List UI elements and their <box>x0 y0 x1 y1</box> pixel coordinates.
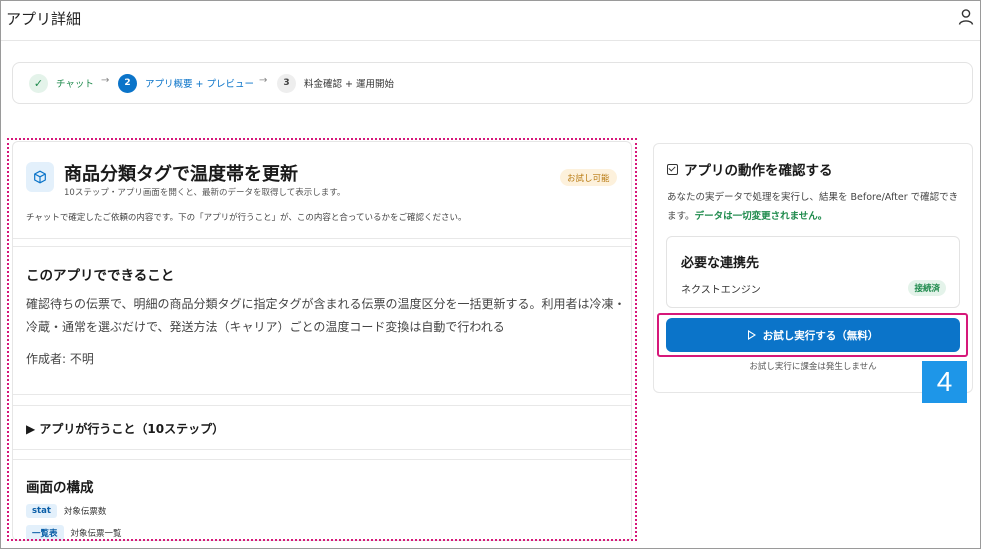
divider <box>13 449 631 450</box>
trial-run-description: あなたの実データで処理を実行し、結果を Before/After で確認できます… <box>667 188 967 226</box>
capabilities-description: 確認待ちの伝票で、明細の商品分類タグに指定タグが含まれる伝票の温度区分を一括更新… <box>26 297 626 334</box>
page-title: アプリ詳細 <box>6 10 82 28</box>
step-chat[interactable]: ✓ チャット <box>29 73 94 93</box>
component-label: 対象伝票数 <box>63 506 107 517</box>
trial-badge: お試し可能 <box>560 169 617 186</box>
divider <box>13 238 631 239</box>
connection-status-badge: 接続済 <box>908 280 946 296</box>
trial-run-button[interactable]: お試し実行する（無料） <box>666 318 960 352</box>
step-number: 3 <box>277 73 296 93</box>
step-label: 料金確認 + 運用開始 <box>304 79 394 90</box>
connections-title: 必要な連携先 <box>681 256 760 271</box>
required-connections-box: 必要な連携先 ネクストエンジン 接続済 <box>666 236 960 308</box>
checkbox-icon <box>667 163 678 175</box>
play-icon <box>747 330 756 340</box>
user-icon[interactable] <box>958 8 974 26</box>
divider <box>13 405 631 406</box>
app-title: 商品分類タグで温度帯を更新 <box>64 164 298 185</box>
divider <box>13 246 631 247</box>
composition-title: 画面の構成 <box>26 480 94 496</box>
component-tag: 一覧表 <box>26 524 64 540</box>
step-check-icon: ✓ <box>29 73 48 93</box>
app-subtitle: 10ステップ・アプリ画面を開くと、最新のデータを取得して表示します。 <box>64 188 346 198</box>
steps-accordion-toggle[interactable]: ▶ アプリが行うこと（10ステップ） <box>26 420 224 437</box>
annotation-step-badge: 4 <box>922 361 967 403</box>
step-pricing[interactable]: 3 料金確認 + 運用開始 <box>277 73 394 93</box>
step-arrow-icon: → <box>259 75 268 86</box>
app-detail-card: 商品分類タグで温度帯を更新 10ステップ・アプリ画面を開くと、最新のデータを取得… <box>12 141 632 541</box>
step-label: チャット <box>56 79 94 90</box>
top-bar: アプリ詳細 <box>1 1 980 41</box>
component-label: 対象伝票一覧 <box>70 528 122 539</box>
confirm-note: チャットで確定したご依頼の内容です。下の「アプリが行うこと」が、この内容と合って… <box>26 213 467 223</box>
step-overview[interactable]: 2 アプリ概要 + プレビュー <box>118 73 254 93</box>
capabilities-title: このアプリでできること <box>26 268 175 284</box>
progress-stepper: ✓ チャット → 2 アプリ概要 + プレビュー → 3 料金確認 + 運用開始 <box>12 62 973 104</box>
composition-item: 一覧表 対象伝票一覧 <box>26 524 122 540</box>
divider <box>13 394 631 395</box>
trial-run-title-text: アプリの動作を確認する <box>684 163 833 179</box>
divider <box>13 459 631 460</box>
component-tag: stat <box>26 503 57 518</box>
trial-run-button-label: お試し実行する（無料） <box>762 329 879 342</box>
step-label: アプリ概要 + プレビュー <box>145 79 254 90</box>
cube-icon <box>26 162 54 192</box>
no-change-note: データは一切変更されません。 <box>694 211 828 222</box>
author-label: 作成者: 不明 <box>26 352 94 366</box>
step-number: 2 <box>118 73 137 93</box>
step-arrow-icon: → <box>101 75 110 86</box>
connection-name: ネクストエンジン <box>681 285 761 296</box>
composition-item: stat 対象伝票数 <box>26 503 106 518</box>
trial-run-title: アプリの動作を確認する <box>667 159 833 179</box>
